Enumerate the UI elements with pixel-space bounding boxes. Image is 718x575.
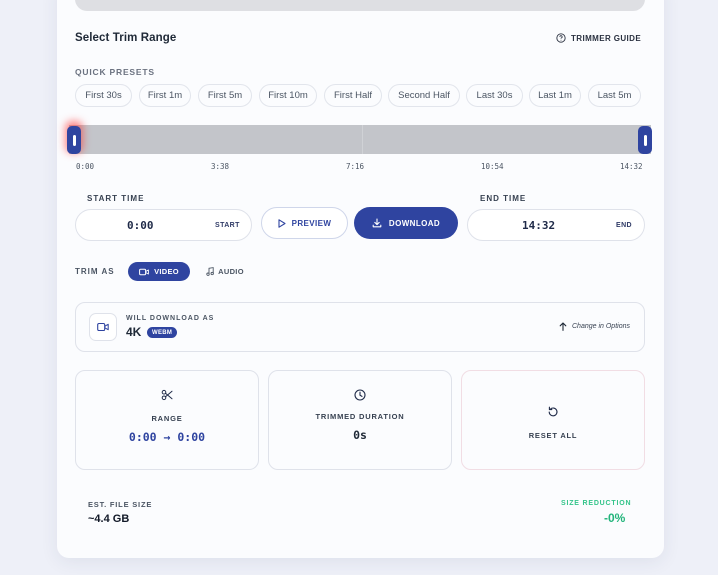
end-time-value: 14:32 <box>522 219 556 232</box>
trimmer-guide-link[interactable]: TRIMMER GUIDE <box>556 33 641 43</box>
timeline-midline <box>362 125 363 154</box>
download-button[interactable]: DOWNLOAD <box>354 207 458 239</box>
trim-as-video-toggle[interactable]: VIDEO <box>128 262 190 281</box>
preview-button[interactable]: PREVIEW <box>261 207 348 239</box>
est-file-size-label: EST. FILE SIZE <box>88 500 153 509</box>
trimmed-duration-label: TRIMMED DURATION <box>315 412 405 421</box>
start-handle[interactable] <box>67 126 81 154</box>
video-camera-icon <box>139 268 149 275</box>
end-handle[interactable] <box>638 126 652 154</box>
play-icon <box>278 218 286 228</box>
download-resolution: 4K <box>126 325 142 339</box>
video-toggle-label: VIDEO <box>154 267 179 276</box>
video-preview-strip <box>75 0 645 11</box>
preset-last-30s[interactable]: Last 30s <box>466 84 523 107</box>
preset-first-1m[interactable]: First 1m <box>139 84 191 107</box>
will-download-label: WILL DOWNLOAD AS <box>126 315 215 322</box>
download-label: DOWNLOAD <box>388 218 441 228</box>
format-badge: WEBM <box>147 327 178 338</box>
tick-label: 10:54 <box>481 162 504 171</box>
trim-as-label: TRIM AS <box>75 267 115 276</box>
quick-presets-label: QUICK PRESETS <box>75 67 155 77</box>
trimmer-guide-label: TRIMMER GUIDE <box>571 33 642 43</box>
start-time-label: START TIME <box>87 194 145 203</box>
preset-first-half[interactable]: First Half <box>324 84 382 107</box>
start-tag: START <box>215 222 240 229</box>
preset-last-5m[interactable]: Last 5m <box>588 84 641 107</box>
video-camera-icon <box>89 313 117 341</box>
preset-last-1m[interactable]: Last 1m <box>529 84 581 107</box>
preset-first-30s[interactable]: First 30s <box>75 84 132 107</box>
tick-label: 3:38 <box>211 162 230 171</box>
reset-all-button[interactable]: RESET ALL <box>461 370 645 470</box>
preset-first-10m[interactable]: First 10m <box>259 84 317 107</box>
size-reduction-label: SIZE REDUCTION <box>561 500 632 507</box>
est-file-size-value: ~4.4 GB <box>88 513 130 525</box>
range-value: 0:00 → 0:00 <box>128 430 206 444</box>
preview-label: PREVIEW <box>291 218 332 228</box>
start-time-field[interactable]: 0:00 START <box>75 209 252 241</box>
section-title: Select Trim Range <box>75 32 177 44</box>
change-in-options-link[interactable]: Change in Options <box>559 322 630 331</box>
tick-label: 0:00 <box>76 162 95 171</box>
change-in-options-label: Change in Options <box>572 323 630 330</box>
start-time-value: 0:00 <box>127 219 154 232</box>
tick-label: 7:16 <box>346 162 365 171</box>
end-time-label: END TIME <box>480 194 527 203</box>
audio-toggle-label: AUDIO <box>218 267 244 276</box>
tick-label: 14:32 <box>620 162 643 171</box>
download-format-card: WILL DOWNLOAD AS 4K WEBM Change in Optio… <box>75 302 645 352</box>
reset-all-label: RESET ALL <box>528 431 578 440</box>
preset-first-5m[interactable]: First 5m <box>198 84 252 107</box>
size-reduction-value: -0% <box>604 511 626 525</box>
duration-stat-card: TRIMMED DURATION 0s <box>268 370 452 470</box>
range-stat-card: RANGE 0:00 → 0:00 <box>75 370 259 470</box>
music-note-icon <box>206 267 215 276</box>
reset-icon <box>462 406 644 418</box>
trim-as-audio-toggle[interactable]: AUDIO <box>198 262 252 281</box>
end-tag: END <box>616 222 632 229</box>
range-label: RANGE <box>151 414 183 423</box>
download-icon <box>372 218 382 228</box>
trimmed-duration-value: 0s <box>353 428 367 442</box>
end-time-field[interactable]: 14:32 END <box>467 209 645 241</box>
preset-second-half[interactable]: Second Half <box>388 84 460 107</box>
trim-timeline[interactable] <box>69 125 651 154</box>
clock-icon <box>269 389 451 401</box>
arrow-up-icon <box>559 322 567 331</box>
help-circle-icon <box>556 33 566 43</box>
scissors-icon <box>76 389 258 401</box>
